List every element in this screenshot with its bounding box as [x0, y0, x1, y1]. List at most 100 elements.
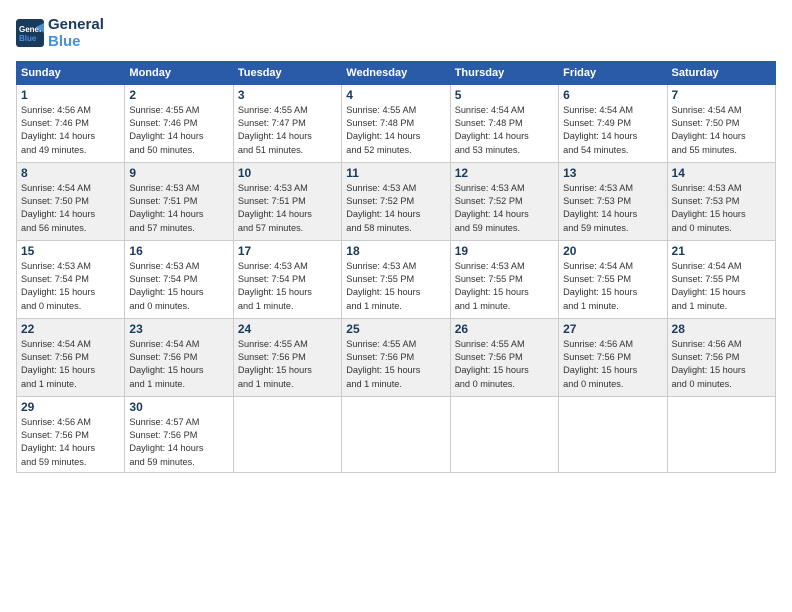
logo-general: General	[48, 16, 104, 33]
day-info: Sunrise: 4:53 AM Sunset: 7:53 PM Dayligh…	[563, 182, 662, 235]
calendar-cell: 11 Sunrise: 4:53 AM Sunset: 7:52 PM Dayli…	[342, 162, 450, 240]
day-number: 28	[672, 322, 771, 336]
week-row-2: 8 Sunrise: 4:54 AM Sunset: 7:50 PM Daylig…	[17, 162, 776, 240]
day-number: 3	[238, 88, 337, 102]
day-info: Sunrise: 4:54 AM Sunset: 7:50 PM Dayligh…	[21, 182, 120, 235]
day-number: 21	[672, 244, 771, 258]
day-number: 15	[21, 244, 120, 258]
day-number: 20	[563, 244, 662, 258]
week-row-4: 22 Sunrise: 4:54 AM Sunset: 7:56 PM Dayli…	[17, 318, 776, 396]
calendar-cell: 12 Sunrise: 4:53 AM Sunset: 7:52 PM Dayli…	[450, 162, 558, 240]
calendar-cell	[233, 396, 341, 472]
day-number: 13	[563, 166, 662, 180]
calendar-cell: 18 Sunrise: 4:53 AM Sunset: 7:55 PM Dayli…	[342, 240, 450, 318]
calendar-cell	[667, 396, 775, 472]
day-number: 27	[563, 322, 662, 336]
day-info: Sunrise: 4:56 AM Sunset: 7:56 PM Dayligh…	[563, 338, 662, 391]
calendar-cell: 25Sunrise: 4:55 AM Sunset: 7:56 PM Dayli…	[342, 318, 450, 396]
weekday-header-friday: Friday	[559, 61, 667, 84]
day-info: Sunrise: 4:54 AM Sunset: 7:49 PM Dayligh…	[563, 104, 662, 157]
day-info: Sunrise: 4:55 AM Sunset: 7:56 PM Dayligh…	[238, 338, 337, 391]
header: General Blue General Blue	[16, 16, 776, 51]
calendar-cell: 13 Sunrise: 4:53 AM Sunset: 7:53 PM Dayli…	[559, 162, 667, 240]
weekday-header-saturday: Saturday	[667, 61, 775, 84]
day-number: 7	[672, 88, 771, 102]
day-number: 6	[563, 88, 662, 102]
calendar-cell	[342, 396, 450, 472]
calendar-cell: 16 Sunrise: 4:53 AM Sunset: 7:54 PM Dayli…	[125, 240, 233, 318]
week-row-3: 15 Sunrise: 4:53 AM Sunset: 7:54 PM Dayli…	[17, 240, 776, 318]
calendar-cell: 19Sunrise: 4:53 AM Sunset: 7:55 PM Dayli…	[450, 240, 558, 318]
calendar-cell	[559, 396, 667, 472]
calendar-cell: 23Sunrise: 4:54 AM Sunset: 7:56 PM Dayli…	[125, 318, 233, 396]
day-number: 8	[21, 166, 120, 180]
calendar-cell: 2 Sunrise: 4:55 AM Sunset: 7:46 PM Daylig…	[125, 84, 233, 162]
week-row-1: 1Sunrise: 4:56 AM Sunset: 7:46 PM Daylig…	[17, 84, 776, 162]
calendar-cell: 15Sunrise: 4:53 AM Sunset: 7:54 PM Dayli…	[17, 240, 125, 318]
calendar-cell: 5Sunrise: 4:54 AM Sunset: 7:48 PM Daylig…	[450, 84, 558, 162]
calendar-cell: 30 Sunrise: 4:57 AM Sunset: 7:56 PM Dayli…	[125, 396, 233, 472]
calendar-cell: 6 Sunrise: 4:54 AM Sunset: 7:49 PM Daylig…	[559, 84, 667, 162]
calendar-table: SundayMondayTuesdayWednesdayThursdayFrid…	[16, 61, 776, 473]
day-number: 2	[129, 88, 228, 102]
day-number: 22	[21, 322, 120, 336]
day-info: Sunrise: 4:53 AM Sunset: 7:51 PM Dayligh…	[238, 182, 337, 235]
calendar-cell: 7 Sunrise: 4:54 AM Sunset: 7:50 PM Daylig…	[667, 84, 775, 162]
calendar-cell: 22 Sunrise: 4:54 AM Sunset: 7:56 PM Dayli…	[17, 318, 125, 396]
day-info: Sunrise: 4:53 AM Sunset: 7:54 PM Dayligh…	[129, 260, 228, 313]
day-number: 19	[455, 244, 554, 258]
calendar-cell: 10 Sunrise: 4:53 AM Sunset: 7:51 PM Dayli…	[233, 162, 341, 240]
day-number: 17	[238, 244, 337, 258]
calendar-cell: 29 Sunrise: 4:56 AM Sunset: 7:56 PM Dayli…	[17, 396, 125, 472]
logo-icon: General Blue	[16, 19, 44, 47]
day-number: 12	[455, 166, 554, 180]
day-number: 25	[346, 322, 445, 336]
calendar-page: General Blue General Blue SundayMondayTu…	[0, 0, 792, 612]
calendar-cell: 4Sunrise: 4:55 AM Sunset: 7:48 PM Daylig…	[342, 84, 450, 162]
calendar-cell: 20 Sunrise: 4:54 AM Sunset: 7:55 PM Dayli…	[559, 240, 667, 318]
day-info: Sunrise: 4:54 AM Sunset: 7:50 PM Dayligh…	[672, 104, 771, 157]
calendar-cell: 14 Sunrise: 4:53 AM Sunset: 7:53 PM Dayli…	[667, 162, 775, 240]
day-number: 16	[129, 244, 228, 258]
day-info: Sunrise: 4:55 AM Sunset: 7:47 PM Dayligh…	[238, 104, 337, 157]
day-info: Sunrise: 4:56 AM Sunset: 7:56 PM Dayligh…	[672, 338, 771, 391]
calendar-cell: 27 Sunrise: 4:56 AM Sunset: 7:56 PM Dayli…	[559, 318, 667, 396]
day-info: Sunrise: 4:53 AM Sunset: 7:52 PM Dayligh…	[455, 182, 554, 235]
calendar-cell: 17Sunrise: 4:53 AM Sunset: 7:54 PM Dayli…	[233, 240, 341, 318]
day-info: Sunrise: 4:53 AM Sunset: 7:55 PM Dayligh…	[346, 260, 445, 313]
day-info: Sunrise: 4:57 AM Sunset: 7:56 PM Dayligh…	[129, 416, 228, 469]
day-number: 11	[346, 166, 445, 180]
calendar-cell: 8 Sunrise: 4:54 AM Sunset: 7:50 PM Daylig…	[17, 162, 125, 240]
day-number: 14	[672, 166, 771, 180]
day-info: Sunrise: 4:53 AM Sunset: 7:52 PM Dayligh…	[346, 182, 445, 235]
day-info: Sunrise: 4:55 AM Sunset: 7:46 PM Dayligh…	[129, 104, 228, 157]
day-number: 26	[455, 322, 554, 336]
day-number: 18	[346, 244, 445, 258]
day-number: 1	[21, 88, 120, 102]
logo: General Blue General Blue	[16, 16, 104, 51]
weekday-header-sunday: Sunday	[17, 61, 125, 84]
day-info: Sunrise: 4:53 AM Sunset: 7:53 PM Dayligh…	[672, 182, 771, 235]
calendar-cell: 28 Sunrise: 4:56 AM Sunset: 7:56 PM Dayli…	[667, 318, 775, 396]
calendar-cell: 24 Sunrise: 4:55 AM Sunset: 7:56 PM Dayli…	[233, 318, 341, 396]
weekday-header-thursday: Thursday	[450, 61, 558, 84]
day-number: 10	[238, 166, 337, 180]
day-number: 5	[455, 88, 554, 102]
day-number: 29	[21, 400, 120, 414]
calendar-cell: 3 Sunrise: 4:55 AM Sunset: 7:47 PM Daylig…	[233, 84, 341, 162]
calendar-cell: 21 Sunrise: 4:54 AM Sunset: 7:55 PM Dayli…	[667, 240, 775, 318]
day-number: 30	[129, 400, 228, 414]
weekday-header-wednesday: Wednesday	[342, 61, 450, 84]
day-info: Sunrise: 4:54 AM Sunset: 7:55 PM Dayligh…	[563, 260, 662, 313]
week-row-5: 29 Sunrise: 4:56 AM Sunset: 7:56 PM Dayli…	[17, 396, 776, 472]
day-number: 9	[129, 166, 228, 180]
day-info: Sunrise: 4:54 AM Sunset: 7:56 PM Dayligh…	[129, 338, 228, 391]
logo-blue: Blue	[48, 33, 104, 50]
day-info: Sunrise: 4:53 AM Sunset: 7:51 PM Dayligh…	[129, 182, 228, 235]
calendar-cell: 26 Sunrise: 4:55 AM Sunset: 7:56 PM Dayli…	[450, 318, 558, 396]
day-info: Sunrise: 4:54 AM Sunset: 7:56 PM Dayligh…	[21, 338, 120, 391]
day-number: 24	[238, 322, 337, 336]
day-info: Sunrise: 4:54 AM Sunset: 7:55 PM Dayligh…	[672, 260, 771, 313]
day-info: Sunrise: 4:56 AM Sunset: 7:56 PM Dayligh…	[21, 416, 120, 469]
day-info: Sunrise: 4:55 AM Sunset: 7:56 PM Dayligh…	[455, 338, 554, 391]
